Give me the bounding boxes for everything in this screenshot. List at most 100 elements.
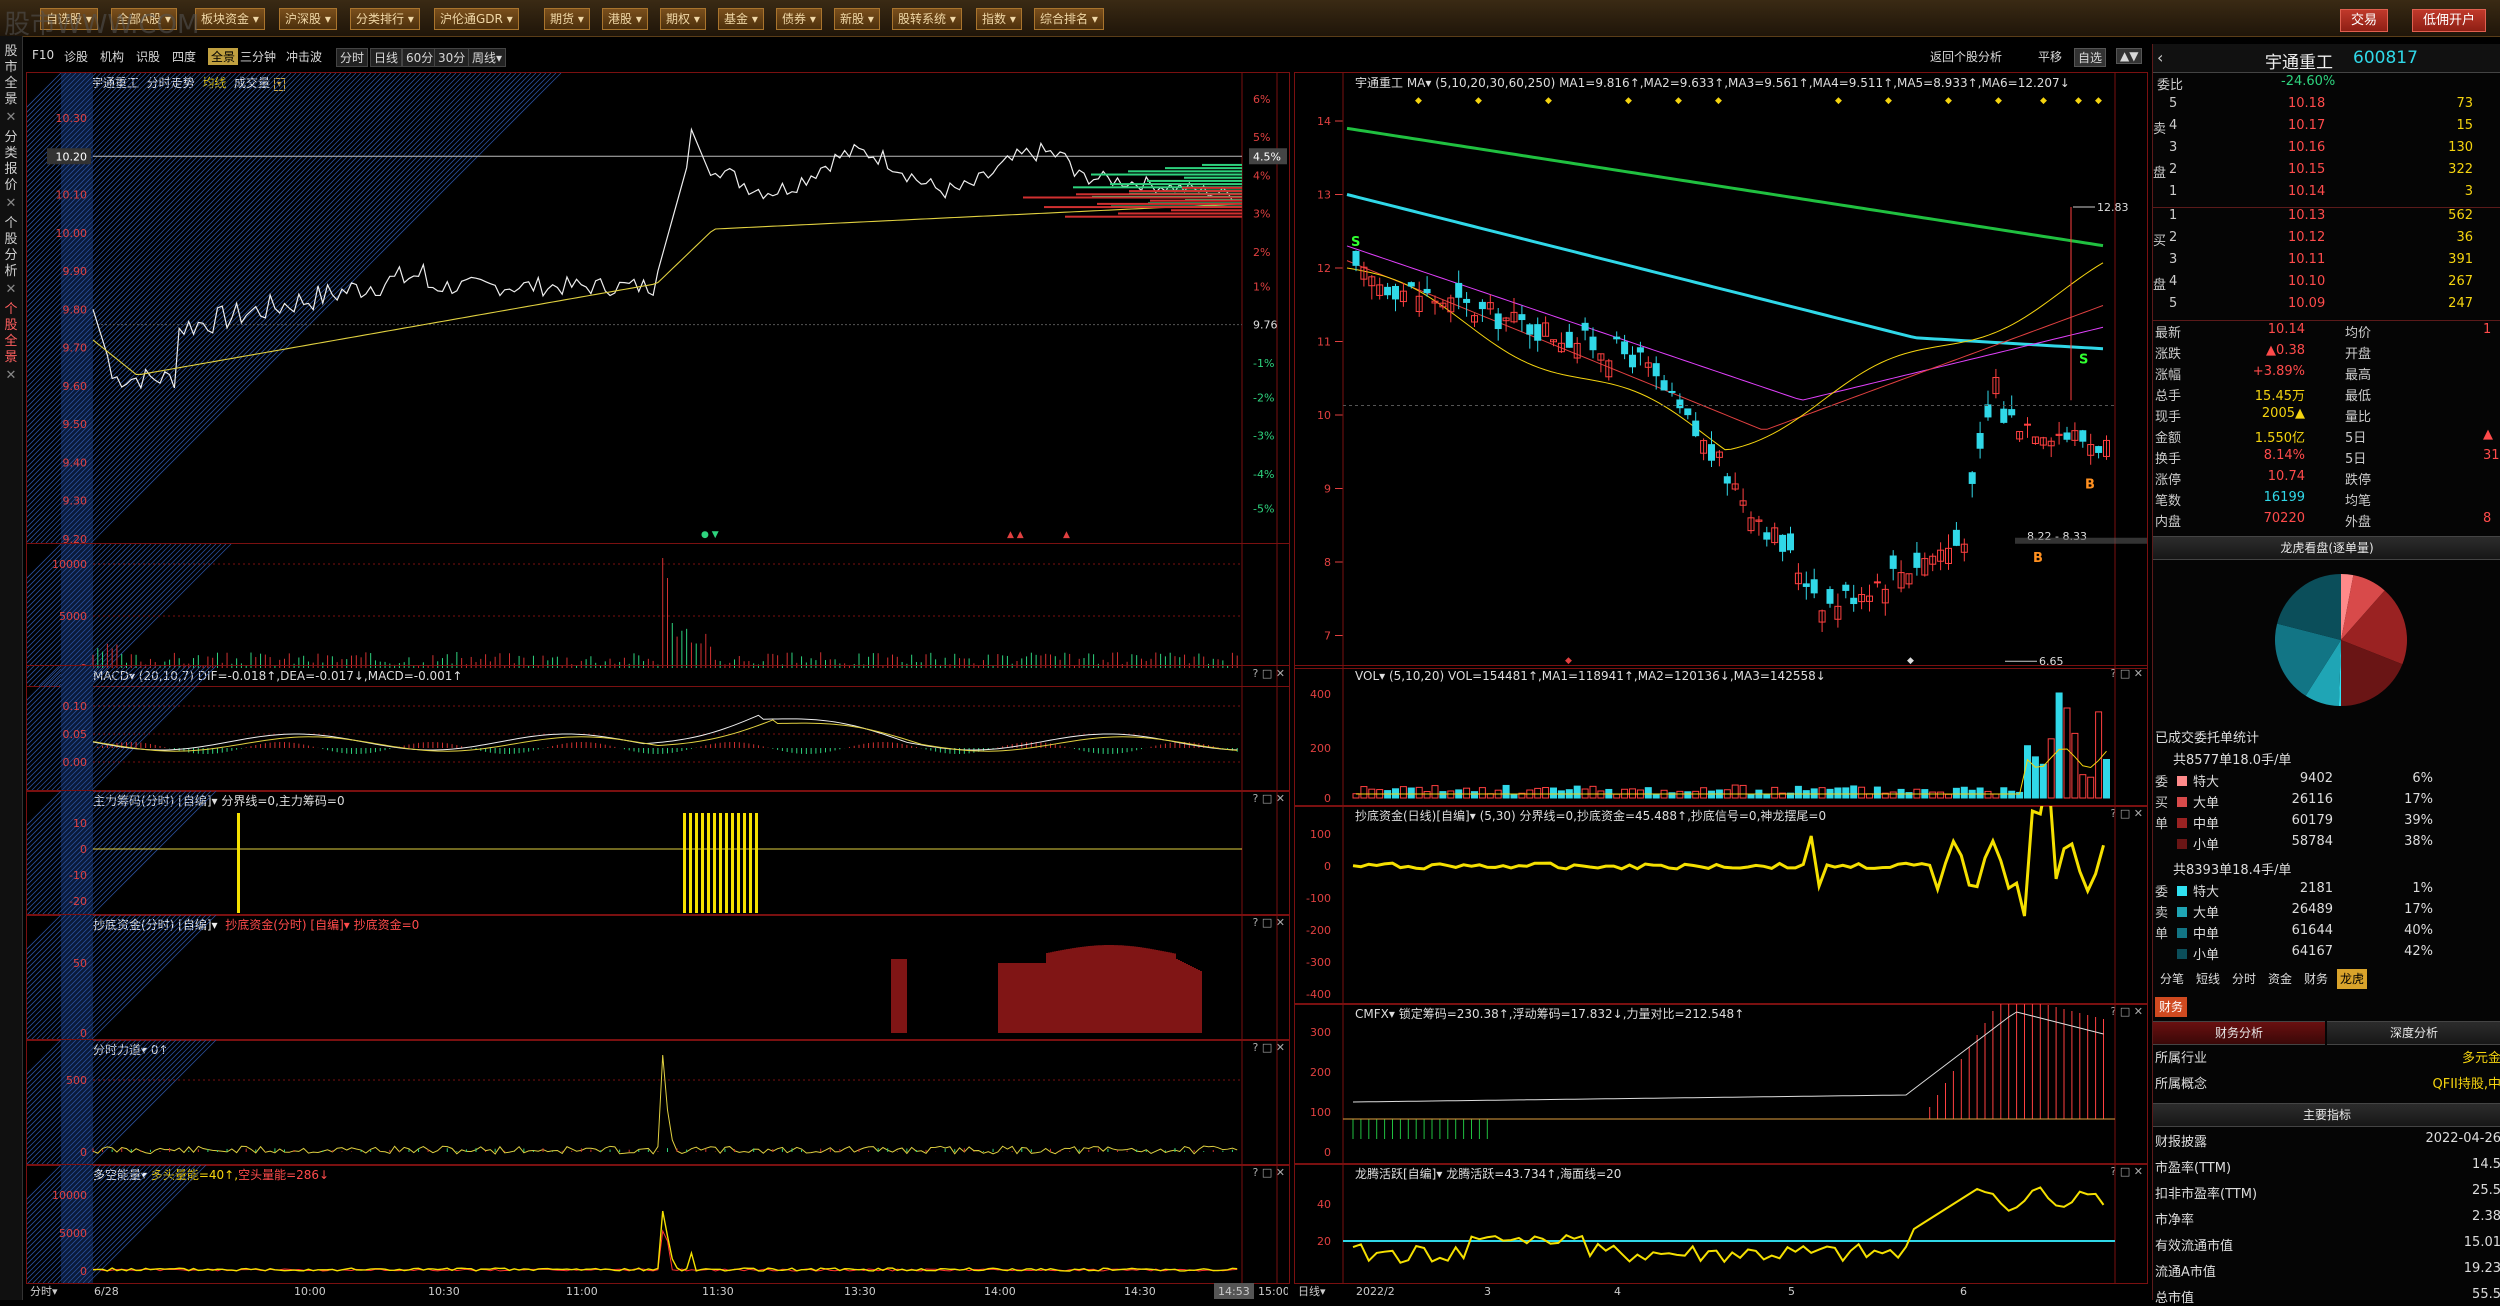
stat-label: 总手 — [2155, 389, 2182, 404]
weibi-value: -24.60% — [2281, 74, 2336, 89]
menu-item-14[interactable]: 综合排名 ▾ — [1034, 8, 1104, 30]
toolbar-right-2[interactable]: 自选 — [2074, 48, 2107, 67]
toolbar-item-11[interactable]: 30分 — [434, 48, 470, 67]
back-arrow-icon[interactable]: ‹ — [2157, 48, 2163, 67]
svg-text:◆: ◆ — [1945, 96, 1952, 106]
menu-item-2[interactable]: 板块资金 ▾ — [195, 8, 265, 30]
menu-item-8[interactable]: 期权 ▾ — [660, 8, 706, 30]
stat-value: 1.550亿 — [2254, 431, 2305, 446]
fin-row-value: 多元金 — [2461, 1051, 2500, 1066]
toolbar-item-10[interactable]: 60分 — [402, 48, 438, 67]
bid-price: 10.09 — [2288, 296, 2326, 311]
toolbar-item-4[interactable]: 四度 — [172, 48, 196, 65]
ask-price: 10.16 — [2288, 140, 2326, 155]
toolbar-item-12[interactable]: 周线▾ — [468, 48, 507, 67]
bottom-tab-1[interactable]: 短线 — [2193, 969, 2223, 989]
pre-market-hatch — [27, 1040, 217, 1165]
toolbar-item-7[interactable]: 冲击波 — [286, 48, 322, 65]
macd-bars — [97, 742, 1238, 754]
k-axis-tick: 13 — [1317, 189, 1331, 202]
legend-swatch — [2177, 818, 2187, 828]
pre-market-hatch — [27, 791, 217, 915]
side-tab-2[interactable]: 个股分析 — [3, 216, 19, 280]
close-icon[interactable]: ✕ — [3, 196, 19, 212]
x-axis-tick: 6/28 — [94, 1285, 119, 1298]
axis-tick: 9.20 — [63, 533, 88, 543]
finance-subtab-1[interactable]: 深度分析 — [2327, 1021, 2500, 1045]
menu-item-12[interactable]: 股转系统 ▾ — [892, 8, 962, 30]
close-icon[interactable]: ✕ — [3, 368, 19, 384]
menu-item-4[interactable]: 分类排行 ▾ — [350, 8, 420, 30]
close-icon[interactable]: ✕ — [3, 282, 19, 298]
kline-chart: 1413121110987◆ ◆ ◆ ◆ ◆ ◆ ◆ ◆ ◆ ◆ ◆ ◆ ◆12.838.22 - 8.… — [1317, 73, 2147, 668]
pct-tick: 4% — [1253, 169, 1270, 182]
sell-side-label: 卖 — [2155, 906, 2169, 921]
side-tab-3[interactable]: 个股全景 — [3, 302, 19, 366]
kcd-tick: -400 — [1306, 988, 1331, 1001]
finance-tab[interactable]: 财务 — [2155, 997, 2188, 1017]
menu-item-9[interactable]: 基金 ▾ — [718, 8, 764, 30]
toolbar-item-9[interactable]: 日线 — [370, 48, 403, 67]
bottom-tab-4[interactable]: 财务 — [2301, 969, 2331, 989]
ma60-line — [1346, 193, 2104, 351]
bottom-tab-2[interactable]: 分时 — [2229, 969, 2259, 989]
trade-button[interactable]: 交易 — [2340, 9, 2389, 32]
stat-label: 开盘 — [2345, 347, 2372, 362]
stat-value: 8.14% — [2263, 448, 2305, 463]
macd-chart: 0.10 0.05 0.00 — [27, 666, 1278, 791]
menu-item-5[interactable]: 沪伦通GDR ▾ — [434, 8, 519, 30]
side-tab-1[interactable]: 分类报价 — [3, 130, 19, 194]
main-row-value: 14.5 — [2472, 1157, 2500, 1172]
axis-tick: 0.05 — [63, 728, 88, 741]
toolbar-item-3[interactable]: 识股 — [136, 48, 160, 65]
menu-item-11[interactable]: 新股 ▾ — [834, 8, 880, 30]
k-axis-tick: 8 — [1324, 556, 1331, 569]
stat-label: 跌停 — [2345, 473, 2372, 488]
pie-title: 龙虎看盘(逐单量) — [2153, 536, 2500, 560]
bottom-tab-5[interactable]: 龙虎 — [2337, 969, 2368, 989]
k-axis-tick: 9 — [1324, 483, 1331, 496]
toolbar-right-1[interactable]: 平移 — [2038, 48, 2062, 65]
quote-stock-name: 宇通重工 — [2265, 53, 2333, 73]
kcd-line — [1352, 806, 2105, 917]
kcd-tick: 0 — [1324, 860, 1331, 873]
toolbar-item-0[interactable]: F10 — [32, 48, 54, 62]
close-icon[interactable]: ✕ — [3, 110, 19, 126]
side-tab-0[interactable]: 股市全景 — [3, 44, 19, 108]
k-axis-mode[interactable]: 日线▾ — [1298, 1284, 1326, 1298]
open-account-button[interactable]: 低佣开户 — [2412, 9, 2487, 32]
pct-tick: -2% — [1253, 391, 1274, 404]
menu-item-3[interactable]: 沪深股 ▾ — [279, 8, 337, 30]
toolbar-item-1[interactable]: 诊股 — [64, 48, 88, 65]
menu-item-7[interactable]: 港股 ▾ — [602, 8, 648, 30]
kvol-ma-line — [1356, 748, 2107, 795]
x-axis-mode[interactable]: 分时▾ — [30, 1285, 58, 1298]
bottom-tab-3[interactable]: 资金 — [2265, 969, 2295, 989]
main-row-label: 扣非市盈率(TTM) — [2155, 1187, 2258, 1202]
quote-title-bar: ‹ 宇通重工 600817 — [2153, 44, 2500, 73]
toolbar-item-5[interactable]: 全景 — [208, 48, 239, 65]
toolbar-item-8[interactable]: 分时 — [336, 48, 369, 67]
sell-row-pct: 40% — [2404, 923, 2433, 938]
axis-tick: 9.50 — [63, 418, 88, 431]
bottom-tab-0[interactable]: 分笔 — [2157, 969, 2187, 989]
toolbar-right-3[interactable]: ▲▼ — [2116, 48, 2143, 64]
kvol-panel: VOL▾ (5,10,20) VOL=154481↑,MA1=118941↑,M… — [1294, 665, 2148, 807]
cmf-line — [1352, 1011, 2104, 1103]
ask-level: 4 — [2169, 118, 2178, 133]
toolbar-item-6[interactable]: 三分钟 — [240, 48, 276, 65]
toolbar-item-2[interactable]: 机构 — [100, 48, 124, 65]
menu-item-10[interactable]: 债券 ▾ — [776, 8, 822, 30]
lt-tick: 20 — [1317, 1235, 1331, 1248]
menu-item-6[interactable]: 期货 ▾ — [544, 8, 590, 30]
stat-label: 涨跌 — [2155, 347, 2182, 362]
finance-subtab-0[interactable]: 财务分析 — [2153, 1021, 2325, 1045]
bid-volume: 247 — [2448, 296, 2473, 311]
stat-label: 最低 — [2345, 389, 2372, 404]
toolbar-right-0[interactable]: 返回个股分析 — [1930, 48, 2002, 65]
menu-item-13[interactable]: 指数 ▾ — [976, 8, 1022, 30]
weibi-label: 委比 — [2157, 78, 2184, 93]
x-axis-tick: 15:00 — [1258, 1285, 1288, 1298]
ask-volume: 130 — [2448, 140, 2473, 155]
svg-text:◆: ◆ — [1885, 96, 1892, 106]
